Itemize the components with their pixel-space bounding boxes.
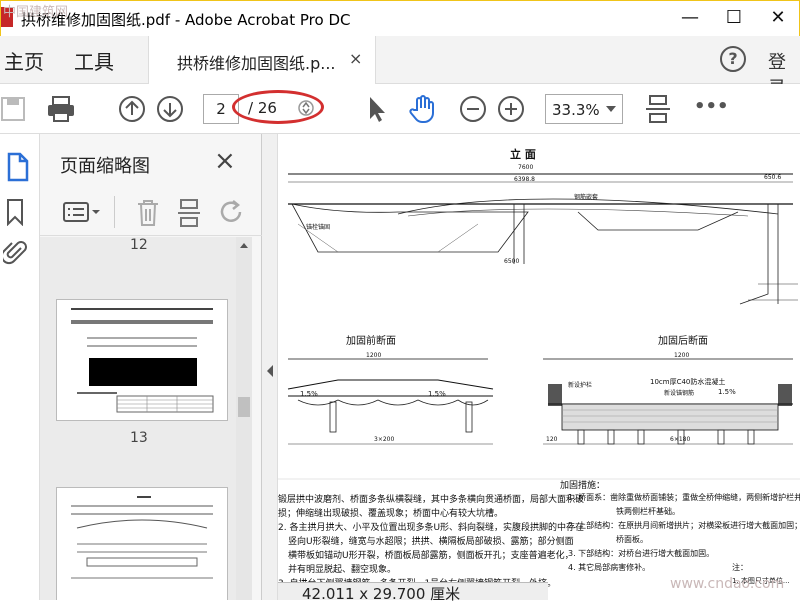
note-left-5: 横带板如锚动U形开裂，桥面板局部露筋，侧面板开孔；支座普遍老化， — [288, 551, 574, 561]
document-tab[interactable]: 拱桥维修加固图纸.p... × — [148, 36, 376, 84]
dim-right: 650.6 — [764, 174, 782, 181]
thumbnails-list: 12 13 — [40, 237, 236, 600]
select-cursor-icon[interactable] — [362, 94, 392, 124]
note-footer: 注： — [732, 563, 748, 572]
zoom-value: 33.3% — [552, 101, 600, 119]
maximize-button[interactable]: ☐ — [719, 5, 749, 31]
note-right-3: 2. 上部结构：在原拱月间新增拱片；对横梁板进行增大截面加固；重做桥面板为整体 — [568, 521, 800, 530]
close-window-button[interactable]: ✕ — [763, 5, 793, 31]
menu-home[interactable]: 主页 — [4, 46, 44, 75]
slope-label-3: 1.5% — [718, 388, 736, 396]
thumbnail-drawing — [71, 496, 213, 579]
thumbnail-page-14[interactable] — [56, 487, 228, 600]
watermark-bottom-right: www.cndao.com — [670, 576, 785, 592]
label-waterproof-concrete: 10cm厚C40防水混凝土 — [650, 378, 726, 386]
dim-after: 1200 — [674, 352, 690, 359]
thumbnail-panel: 页面缩略图 × 12 13 — [40, 134, 262, 600]
note-left-6: 并有明显脱起、翻空现象。 — [288, 565, 397, 575]
close-panel-icon[interactable]: × — [214, 146, 236, 176]
close-tab-icon[interactable]: × — [349, 49, 362, 68]
dim-before-bottom: 3×200 — [374, 436, 395, 443]
scroll-up-icon[interactable] — [239, 241, 249, 249]
dim-top2: 6398.8 — [514, 176, 535, 183]
note-right-5: 3. 下部结构：对桥台进行增大截面加固。 — [568, 549, 715, 558]
note-left-1: 锻层拱中波磨剂、桥面多条纵横裂缝，其中多条横向贯通桥面，局部大面积破 — [278, 495, 585, 505]
scrollbar-thumb[interactable] — [238, 397, 250, 417]
menu-tools[interactable]: 工具 — [74, 46, 114, 75]
panel-toolbar — [40, 190, 262, 236]
hand-tool-icon[interactable] — [408, 94, 438, 124]
delete-page-icon[interactable] — [136, 198, 160, 228]
label-rebar-sleeve: 钢筋嵌套 — [574, 194, 599, 201]
panel-title: 页面缩略图 — [60, 156, 150, 177]
note-right-head: 加固措施： — [560, 481, 606, 491]
slope-label-1: 1.5% — [300, 390, 318, 398]
note-left-3: 2. 各主拱月拱大、小平及位置出现多条U形、斜向裂缝，实腹段拱脚的中存在 — [278, 523, 585, 533]
note-left-4: 竖向U形裂缝，缝宽与水超限；拱拱、横隔板局部破损、露筋；部分侧面 — [288, 537, 574, 547]
section-after-title: 加固后断面 — [658, 336, 708, 347]
panel-collapse-strip[interactable] — [262, 134, 278, 600]
fit-page-icon[interactable] — [643, 94, 673, 124]
note-right-1: 1. 桥面系：凿除重做桥面铺装；重做全桥伸缩缝，两侧新增护栏并设置泄水管；重做 — [568, 493, 800, 502]
thumbnail-drawing — [71, 308, 214, 413]
chevron-down-icon — [606, 106, 616, 112]
slope-label-2: 1.5% — [428, 390, 446, 398]
collapse-panel-icon[interactable] — [265, 364, 275, 378]
document-view[interactable]: 立 面 7600 6398.8 650.6 6500 锚栓锚固 钢筋嵌套 加固前… — [278, 134, 800, 600]
help-icon[interactable]: ? — [720, 46, 746, 72]
page-size-status: 42.011 x 29.700 厘米 — [278, 582, 548, 603]
rotate-page-icon[interactable] — [218, 198, 246, 226]
note-right-2: 铁两侧栏杆基础。 — [616, 507, 680, 516]
note-right-6: 4. 其它局部病害修补。 — [568, 563, 651, 572]
zoom-dropdown[interactable]: 33.3% — [545, 94, 623, 124]
left-navigation-pane — [0, 134, 40, 600]
save-icon[interactable] — [0, 94, 30, 124]
zoom-in-icon[interactable] — [496, 94, 526, 124]
page-size-text: 42.011 x 29.700 厘米 — [302, 585, 461, 603]
label-anchor-bolt: 锚栓锚固 — [306, 224, 331, 231]
dim-top: 7600 — [518, 164, 534, 171]
zoom-out-icon[interactable] — [458, 94, 488, 124]
thumbnail-label-12: 12 — [130, 237, 148, 253]
red-highlight-annotation — [232, 90, 324, 124]
thumbnail-scrollbar[interactable] — [236, 237, 252, 600]
previous-page-icon[interactable] — [117, 94, 147, 124]
elevation-title: 立 面 — [510, 148, 536, 161]
window-title: 拱桥维修加固图纸.pdf - Adobe Acrobat Pro DC — [21, 11, 351, 29]
label-new-guardrail: 新设护栏 — [568, 382, 593, 389]
dim-after-bottom: 6×180 — [670, 436, 691, 443]
options-menu-icon[interactable] — [62, 200, 102, 224]
document-tab-label: 拱桥维修加固图纸.p... — [177, 54, 336, 73]
next-page-icon[interactable] — [155, 94, 185, 124]
insert-page-icon[interactable] — [176, 198, 202, 228]
watermark-top-left: 中国建筑网 — [3, 5, 69, 20]
toolbar-divider — [114, 196, 115, 228]
toolbar: 2 / 26 33.3% ••• — [0, 84, 800, 134]
title-bar: 拱桥维修加固图纸.pdf - Adobe Acrobat Pro DC — ☐ … — [0, 0, 800, 36]
more-tools-icon[interactable]: ••• — [694, 96, 729, 117]
note-right-4: 桥面板。 — [616, 535, 648, 544]
attachment-icon[interactable] — [3, 238, 27, 268]
label-new-anchor-rebar: 新设锚钢筋 — [664, 390, 695, 397]
thumbnail-label-13: 13 — [130, 430, 148, 446]
dim-side: 6500 — [504, 258, 520, 265]
thumbnail-page-13[interactable] — [56, 299, 228, 421]
menu-bar: 主页 工具 拱桥维修加固图纸.p... × ? 登录 — [0, 36, 800, 99]
dim-before: 1200 — [366, 352, 382, 359]
minimize-button[interactable]: — — [675, 5, 705, 31]
print-icon[interactable] — [46, 94, 76, 124]
section-before-title: 加固前断面 — [346, 336, 396, 347]
bookmark-icon[interactable] — [5, 198, 25, 226]
dim-after-left: 120 — [546, 436, 558, 443]
note-left-2: 损；伸缩缝出现破损、覆盖现象；桥面中心有较大坑槽。 — [278, 509, 504, 519]
page-thumbnails-icon[interactable] — [5, 152, 29, 182]
